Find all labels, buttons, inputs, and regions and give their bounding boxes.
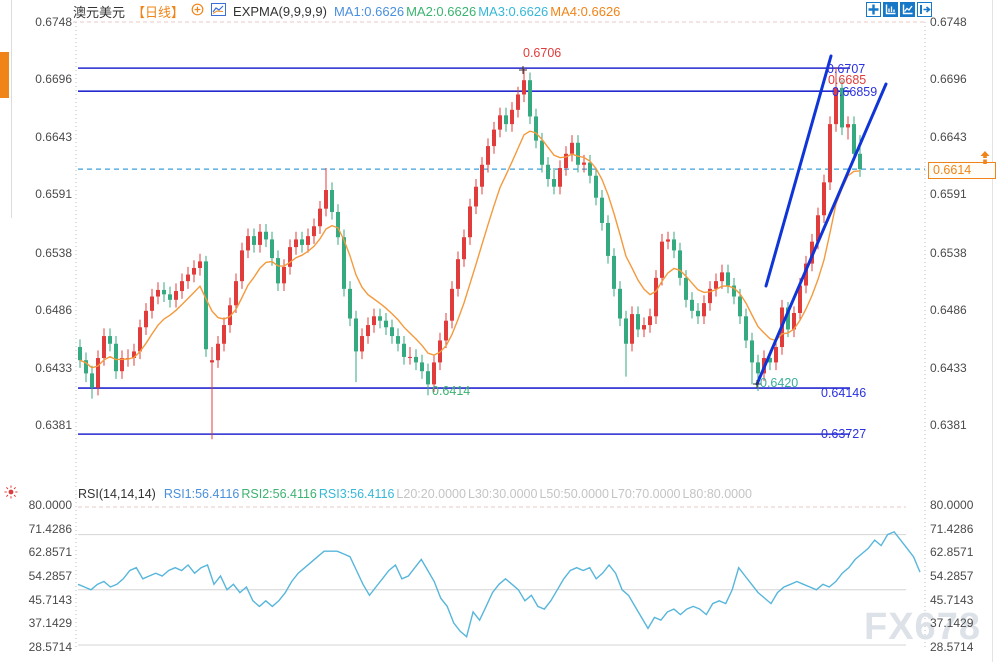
chart-header: 澳元美元【日线】 EXPMA(9,9,9,9) MA1:0.6626MA2:0.… [73,3,622,19]
price-axis-label-right: 0.6381 [930,418,982,432]
chart-toolbar [866,2,932,17]
price-axis-label-left: 0.6486 [20,303,72,317]
rsi-axis-label-left: 62.8571 [20,545,72,559]
rsi-value: L70:70.0000 [611,487,681,501]
export-icon[interactable] [917,2,932,17]
chart-canvas[interactable] [0,0,999,665]
resistance-high-label: 0.6706 [523,46,561,60]
rsi-value: RSI2:56.4116 [241,487,317,501]
rsi-axis-label-left: 80.0000 [20,498,72,512]
rsi-axis-label-right: 71.4286 [930,522,982,536]
kline-chart-icon[interactable] [211,3,226,19]
ma-value: MA2:0.6626 [406,4,476,19]
rsi-value: RSI3:56.4116 [319,487,395,501]
price-axis-label-right: 0.6486 [930,303,982,317]
price-axis-label-left: 0.6748 [20,15,72,29]
rsi-value: L80:80.0000 [682,487,752,501]
price-axis-label-left: 0.6696 [20,72,72,86]
ma-value: MA3:0.6626 [478,4,548,19]
symbol-title: 澳元美元 [73,2,125,21]
move-tool-icon[interactable] [866,2,881,17]
price-axis-label-right: 0.6696 [930,72,982,86]
rsi-axis-label-right: 37.1429 [930,616,982,630]
period-label[interactable]: 【日线】 [132,2,184,21]
rsi-axis-label-right: 28.5714 [930,640,982,654]
ma-values-row: MA1:0.6626MA2:0.6626MA3:0.6626MA4:0.6626 [334,4,622,19]
price-axis-label-right: 0.6748 [930,15,982,29]
line-low-label: 0.64146 [821,386,866,400]
support-low-label: 0.6414 [432,384,470,398]
rsi-axis-label-left: 37.1429 [20,616,72,630]
rsi-value: L20:20.0000 [396,487,466,501]
rsi-axis-label-left: 28.5714 [20,640,72,654]
price-up-arrow-icon[interactable] [979,150,991,170]
rsi-axis-label-right: 54.2857 [930,569,982,583]
rsi-value: RSI1:56.4116 [164,487,240,501]
rsi-value: L50:50.0000 [539,487,609,501]
price-axis-label-right: 0.6643 [930,130,982,144]
rsi-axis-label-left: 54.2857 [20,569,72,583]
price-axis-label-right: 0.6433 [930,361,982,375]
indicator-settings-icon[interactable] [3,484,19,505]
rsi-value: L30:30.0000 [468,487,538,501]
close-mark-label: 0.66859 [832,85,877,99]
ma-value: MA4:0.6626 [550,4,620,19]
price-axis-label-left: 0.6591 [20,187,72,201]
indicator-panel-icon[interactable] [900,2,915,17]
chart-application: 澳元美元【日线】 EXPMA(9,9,9,9) MA1:0.6626MA2:0.… [0,0,999,665]
price-axis-label-left: 0.6381 [20,418,72,432]
price-axis-label-left: 0.6433 [20,361,72,375]
price-axis-label-right: 0.6591 [930,187,982,201]
rsi-axis-label-left: 45.7143 [20,593,72,607]
indicator-name[interactable]: EXPMA(9,9,9,9) [233,4,327,19]
add-indicator-icon[interactable] [191,3,204,19]
ma-value: MA1:0.6626 [334,4,404,19]
rsi-axis-label-right: 45.7143 [930,593,982,607]
rsi-axis-label-left: 71.4286 [20,522,72,536]
price-axis-label-left: 0.6538 [20,246,72,260]
rsi-values-row: RSI1:56.4116RSI2:56.4116RSI3:56.4116L20:… [164,487,754,501]
price-axis-label-left: 0.6643 [20,130,72,144]
price-axis-label-right: 0.6538 [930,246,982,260]
rsi-axis-label-right: 62.8571 [930,545,982,559]
rsi-indicator-name[interactable]: RSI(14,14,14) [78,487,156,501]
rsi-header: RSI(14,14,14) RSI1:56.4116RSI2:56.4116RS… [78,487,754,501]
rsi-axis-label-right: 80.0000 [930,498,982,512]
support-low-2-label: 0.6420 [760,376,798,390]
chart-panel-icon[interactable] [883,2,898,17]
line-lowest-label: 0.63727 [821,427,866,441]
